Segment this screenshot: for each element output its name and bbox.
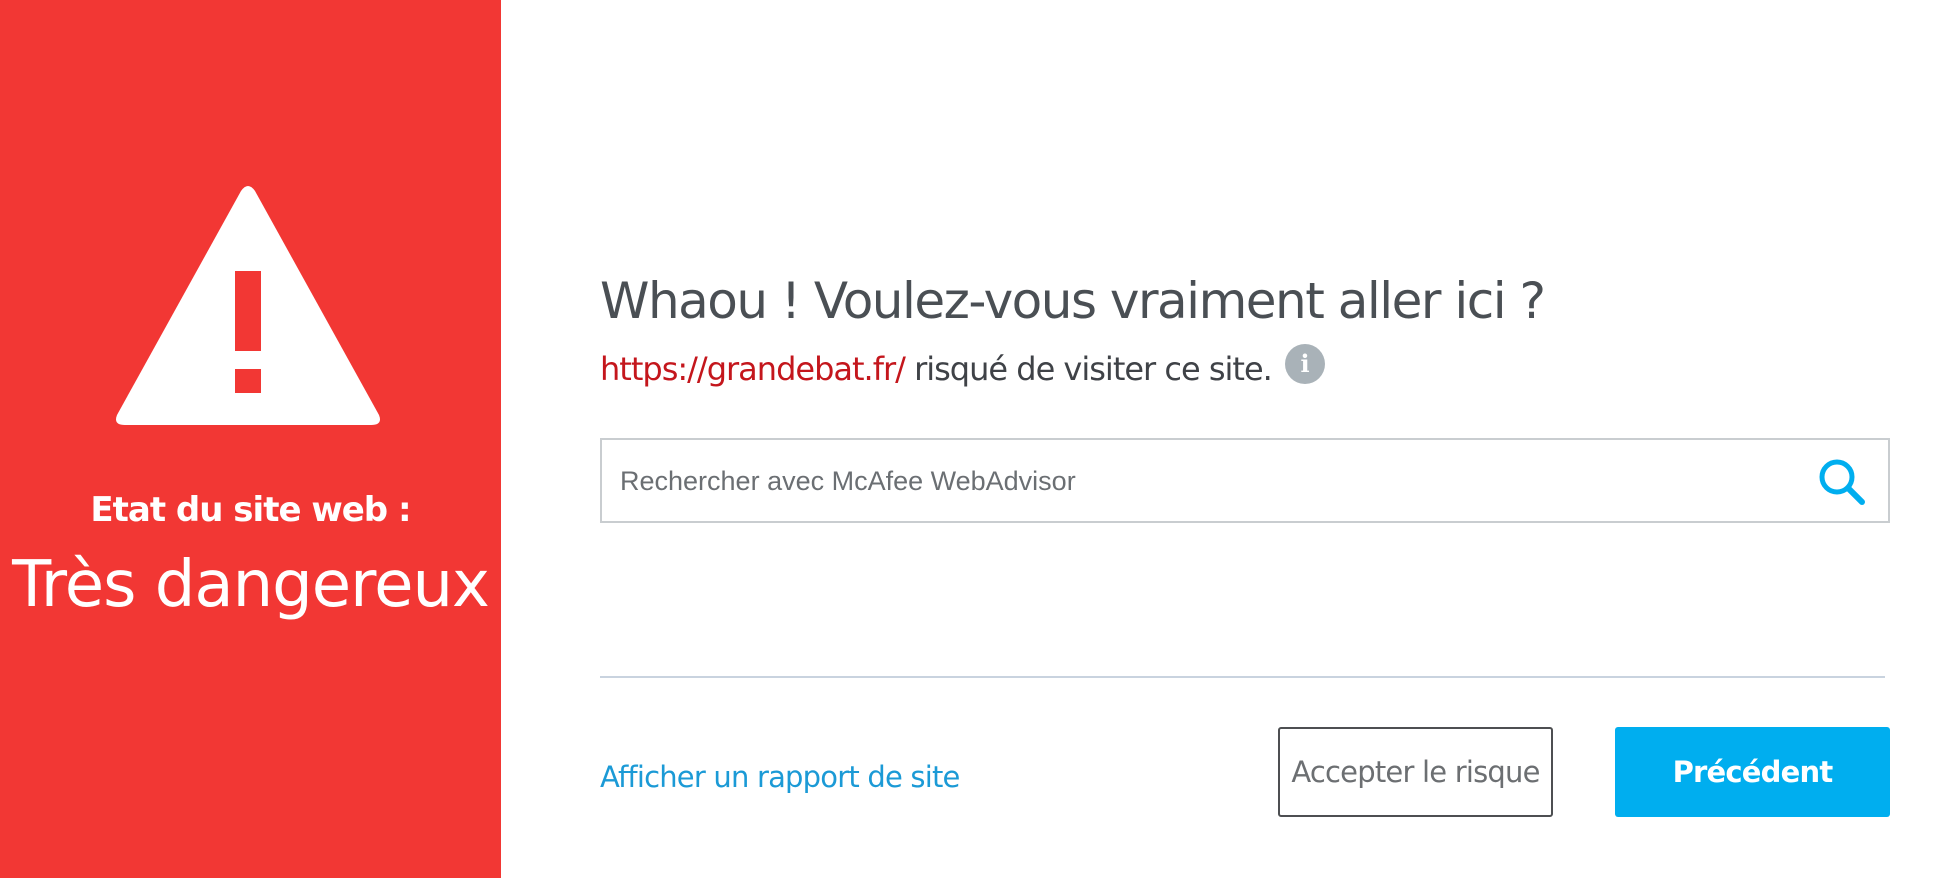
search-input[interactable] <box>618 440 1772 523</box>
danger-status-panel: Etat du site web : Très dangereux <box>0 0 501 878</box>
search-box <box>600 438 1890 523</box>
page-title: Whaou ! Voulez-vous vraiment aller ici ? <box>600 272 1546 330</box>
back-button[interactable]: Précédent <box>1615 727 1890 817</box>
info-icon[interactable]: i <box>1285 344 1325 384</box>
risk-message: https://grandebat.fr/ risqué de visiter … <box>600 350 1273 388</box>
divider <box>600 676 1885 678</box>
view-site-report-link[interactable]: Afficher un rapport de site <box>600 760 960 794</box>
risk-text: risqué de visiter ce site. <box>904 350 1273 388</box>
search-icon[interactable] <box>1816 456 1868 508</box>
warning-triangle-icon <box>116 186 380 425</box>
risky-url: https://grandebat.fr/ <box>600 350 906 388</box>
warning-page: Etat du site web : Très dangereux Whaou … <box>0 0 1953 878</box>
site-status-value: Très dangereux <box>12 548 490 622</box>
site-status-label: Etat du site web : <box>90 490 411 530</box>
accept-risk-button[interactable]: Accepter le risque <box>1278 727 1553 817</box>
